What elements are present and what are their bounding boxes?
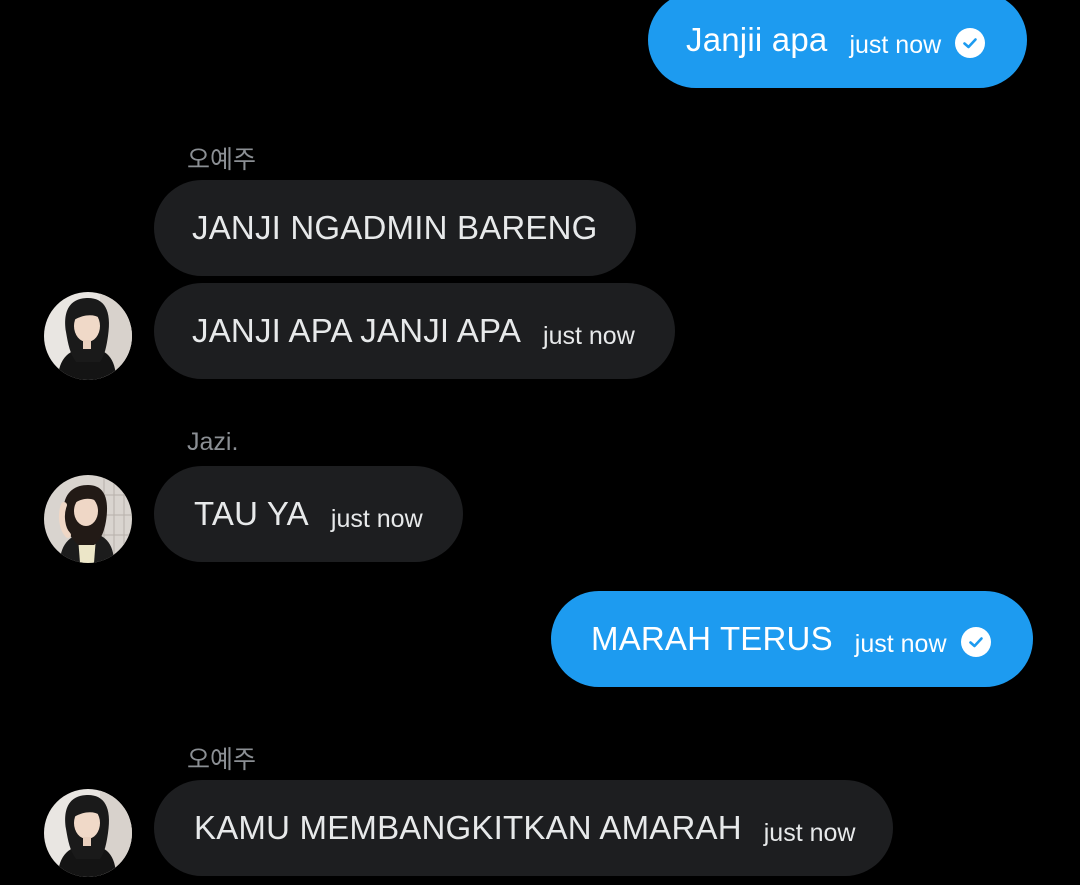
message-timestamp: just now — [763, 818, 856, 847]
avatar[interactable] — [44, 475, 132, 563]
avatar-photo — [44, 789, 132, 877]
message-bubble-incoming[interactable]: TAU YA just now — [154, 466, 463, 562]
message-text: JANJI APA JANJI APA — [192, 312, 522, 349]
message-bubble-incoming[interactable]: JANJI APA JANJI APA just now — [154, 283, 675, 379]
message-text: MARAH TERUS — [591, 620, 833, 657]
message-timestamp: just now — [854, 629, 947, 658]
avatar-photo — [44, 475, 132, 563]
avatar[interactable] — [44, 789, 132, 877]
message-text: Janjii apa — [686, 21, 828, 58]
message-text: KAMU MEMBANGKITKAN AMARAH — [194, 809, 742, 846]
avatar[interactable] — [44, 292, 132, 380]
check-circle-icon — [960, 627, 991, 657]
message-timestamp: just now — [330, 504, 423, 533]
message-bubble-outgoing[interactable]: Janjii apa just now — [648, 0, 1028, 88]
sender-name: 오예주 — [187, 146, 257, 174]
sender-name: Jazi. — [187, 428, 239, 456]
message-bubble-incoming[interactable]: JANJI NGADMIN BARENG — [154, 180, 636, 276]
message-bubble-incoming[interactable]: KAMU MEMBANGKITKAN AMARAH just now — [154, 780, 894, 876]
message-timestamp: just now — [849, 30, 942, 59]
message-text: JANJI NGADMIN BARENG — [192, 209, 598, 246]
message-bubble-outgoing[interactable]: MARAH TERUS just now — [551, 591, 1033, 687]
message-timestamp: just now — [543, 321, 635, 350]
message-text: TAU YA — [194, 495, 309, 532]
avatar-photo — [44, 292, 132, 380]
check-circle-icon — [955, 28, 986, 58]
sender-name: 오예주 — [187, 746, 257, 774]
